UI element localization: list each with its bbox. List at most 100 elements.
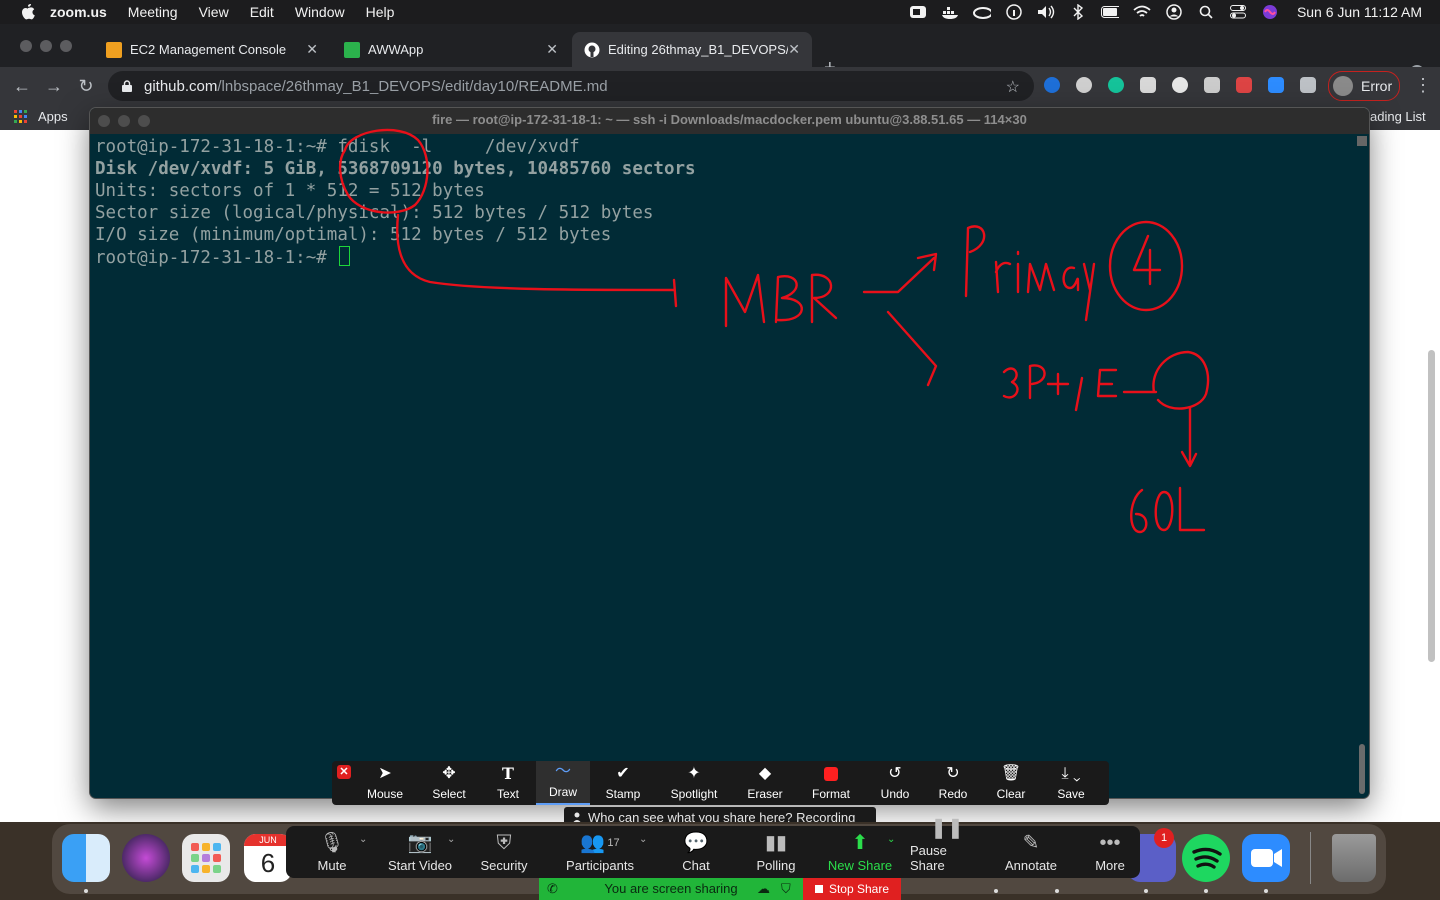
close-icon[interactable]: ✕ xyxy=(546,41,558,58)
user-icon[interactable] xyxy=(1165,3,1183,21)
tool-draw[interactable]: 〜 Draw xyxy=(536,761,590,805)
mouse-pointer-icon: ➤ xyxy=(378,765,392,782)
terminal-line: root@ip-172-31-18-1:~# fdisk -l /dev/xvd… xyxy=(95,137,580,157)
extension-icon[interactable] xyxy=(1076,77,1092,93)
docker-icon[interactable] xyxy=(941,3,959,21)
tab-awwapp[interactable]: AWWApp ✕ xyxy=(334,32,570,67)
control-center-icon[interactable] xyxy=(1229,3,1247,21)
back-arrow-icon[interactable]: ← xyxy=(12,76,32,96)
tool-text[interactable]: T Text xyxy=(479,761,537,805)
menu-meeting[interactable]: Meeting xyxy=(128,4,178,20)
battery-icon[interactable] xyxy=(1100,3,1119,21)
polling-button[interactable]: ▮▮ Polling xyxy=(748,826,804,878)
menu-bar: zoom.us Meeting View Edit Window Help Su… xyxy=(0,0,1440,24)
reading-list-button[interactable]: ading List xyxy=(1370,109,1426,124)
tool-stamp[interactable]: ✔ Stamp xyxy=(594,761,652,805)
zoom-extension-icon[interactable] xyxy=(1268,77,1284,93)
tool-redo[interactable]: ↻ Redo xyxy=(924,761,982,805)
search-icon[interactable] xyxy=(1197,3,1215,21)
more-button[interactable]: ••• More xyxy=(1086,826,1134,878)
close-annotation-icon[interactable]: ✕ xyxy=(337,765,351,779)
grammarly-icon[interactable] xyxy=(1108,77,1124,93)
calendar-icon[interactable]: JUN 6 xyxy=(244,834,292,882)
reload-icon[interactable]: ↻ xyxy=(76,76,96,96)
close-icon[interactable]: ✕ xyxy=(788,41,800,58)
menu-help[interactable]: Help xyxy=(366,4,395,20)
menu-view[interactable]: View xyxy=(199,4,229,20)
forward-arrow-icon[interactable]: → xyxy=(44,76,64,96)
extension-icon[interactable] xyxy=(1204,77,1220,93)
cloud-icon[interactable] xyxy=(972,3,991,21)
bookmark-star-icon[interactable]: ☆ xyxy=(1006,77,1020,97)
window-minimize-button[interactable] xyxy=(118,115,130,127)
participants-button[interactable]: 👥 17 Participants xyxy=(562,826,638,878)
pause-share-button[interactable]: ❚❚ Pause Share xyxy=(910,817,984,878)
bluetooth-icon[interactable] xyxy=(1069,3,1087,21)
tool-label: Stamp xyxy=(605,787,641,801)
extension-icon[interactable] xyxy=(1140,77,1156,93)
window-minimize-button[interactable] xyxy=(40,40,52,52)
screen-sharing-status-bar[interactable]: ✆ You are screen sharing ☁ ⛉ xyxy=(539,878,803,900)
close-icon[interactable]: ✕ xyxy=(306,41,318,58)
mute-options-caret[interactable]: ⌄ xyxy=(356,826,370,850)
window-close-button[interactable] xyxy=(20,40,32,52)
apps-grid-icon[interactable] xyxy=(14,110,28,124)
info-icon[interactable] xyxy=(1005,3,1023,21)
zoom-icon[interactable] xyxy=(909,3,927,21)
apple-logo-icon[interactable] xyxy=(20,3,36,21)
browser-toolbar: ← → ↻ github.com/lnbspace/26thmay_B1_DEV… xyxy=(0,67,1440,104)
terminal-titlebar[interactable]: fire — root@ip-172-31-18-1: ~ — ssh -i D… xyxy=(90,108,1369,134)
menu-clock[interactable]: Sun 6 Jun 11:12 AM xyxy=(1297,4,1422,20)
annotate-button[interactable]: ✎ Annotate xyxy=(1000,826,1062,878)
terminal-scrollbar[interactable] xyxy=(1359,744,1365,794)
tool-spotlight[interactable]: ✦ Spotlight xyxy=(665,761,723,805)
tab-ec2[interactable]: EC2 Management Console ✕ xyxy=(96,32,330,67)
terminal-window[interactable]: fire — root@ip-172-31-18-1: ~ — ssh -i D… xyxy=(90,108,1369,798)
bar-chart-icon: ▮▮ xyxy=(764,832,787,854)
extension-icon[interactable] xyxy=(1236,77,1252,93)
video-options-caret[interactable]: ⌄ xyxy=(444,826,458,850)
finder-icon[interactable] xyxy=(62,834,110,882)
window-zoom-button[interactable] xyxy=(60,40,72,52)
volume-icon[interactable] xyxy=(1037,3,1055,21)
tool-mouse[interactable]: ➤ Mouse xyxy=(356,761,414,805)
address-bar[interactable]: github.com/lnbspace/26thmay_B1_DEVOPS/ed… xyxy=(108,71,1034,101)
tool-clear[interactable]: 🗑 Clear xyxy=(982,761,1040,805)
kebab-menu-icon[interactable]: ⋮ xyxy=(1414,75,1432,96)
profile-error-button[interactable]: Error xyxy=(1328,71,1400,101)
tool-select[interactable]: ✥ Select xyxy=(420,761,478,805)
stop-share-button[interactable]: Stop Share xyxy=(803,878,901,900)
share-options-caret[interactable]: ⌄ xyxy=(884,826,898,850)
tab-github-editing[interactable]: Editing 26thmay_B1_DEVOPS/ ✕ xyxy=(572,32,812,67)
profile-label: Error xyxy=(1361,78,1393,94)
tool-eraser[interactable]: ◆ Eraser xyxy=(736,761,794,805)
trash-icon[interactable] xyxy=(1332,834,1376,882)
window-close-button[interactable] xyxy=(98,115,110,127)
bookmark-apps[interactable]: Apps xyxy=(38,109,68,124)
window-zoom-button[interactable] xyxy=(138,115,150,127)
puzzle-extensions-icon[interactable] xyxy=(1300,77,1316,93)
zoom-app-icon[interactable] xyxy=(1242,834,1290,882)
launchpad-icon[interactable] xyxy=(182,834,230,882)
participants-options-caret[interactable]: ⌄ xyxy=(636,826,650,850)
spotify-icon[interactable] xyxy=(1182,834,1230,882)
undo-icon: ↺ xyxy=(888,765,902,782)
page-scrollbar[interactable] xyxy=(1428,350,1435,662)
siri-icon[interactable] xyxy=(1261,3,1279,21)
menu-app-name[interactable]: zoom.us xyxy=(50,4,107,20)
extension-icon[interactable] xyxy=(1044,77,1060,93)
annotation-toolbar: ✕ ➤ Mouse ✥ Select T Text 〜 Draw ✔ Stamp ✦ Spo… xyxy=(332,761,1109,805)
menu-edit[interactable]: Edit xyxy=(250,4,274,20)
tool-save[interactable]: ⤓ ⌄ Save xyxy=(1042,761,1100,805)
terminal-output[interactable]: root@ip-172-31-18-1:~# fdisk -l /dev/xvd… xyxy=(95,136,1345,268)
terminal-line: I/O size (minimum/optimal): 512 bytes / … xyxy=(95,225,612,245)
tool-undo[interactable]: ↺ Undo xyxy=(866,761,924,805)
tool-format[interactable]: Format xyxy=(802,761,860,805)
chat-button[interactable]: 💬 Chat xyxy=(670,826,722,878)
security-button[interactable]: ⛨ Security xyxy=(474,826,534,878)
mute-button[interactable]: 🎙 Mute xyxy=(300,826,364,878)
siri-icon[interactable] xyxy=(122,834,170,882)
menu-window[interactable]: Window xyxy=(295,4,345,20)
extension-icon[interactable] xyxy=(1172,77,1188,93)
wifi-icon[interactable] xyxy=(1133,3,1151,21)
